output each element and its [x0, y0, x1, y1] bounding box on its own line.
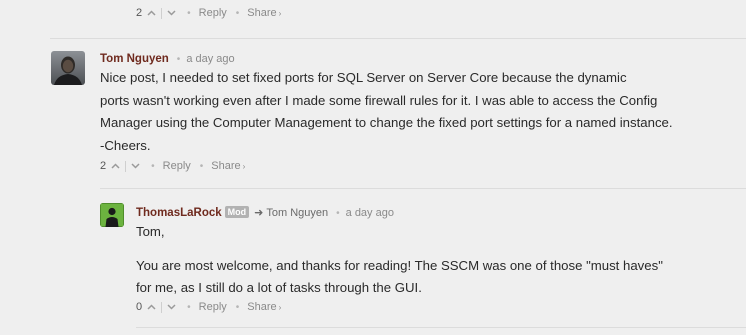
- comment-text-line: -Cheers.: [100, 137, 151, 153]
- vote-count: 2: [100, 160, 107, 172]
- comment-header: Tom Nguyen • a day ago: [100, 53, 235, 65]
- upvote-button[interactable]: [109, 159, 122, 173]
- share-label: Share: [247, 301, 277, 313]
- separator-dot: •: [199, 160, 204, 172]
- comment-timestamp[interactable]: a day ago: [346, 207, 394, 219]
- separator-dot: •: [176, 54, 181, 65]
- user-photo-avatar-icon: [51, 51, 85, 85]
- vote-divider: [161, 301, 163, 313]
- comment-text-line: Tom,: [136, 224, 165, 239]
- chevron-right-icon: ›: [278, 9, 282, 18]
- comment-header: ThomasLaRock Mod ➜ Tom Nguyen • a day ag…: [136, 206, 394, 219]
- share-button[interactable]: Share ›: [211, 160, 245, 172]
- comment-body: Tom, You are most welcome, and thanks fo…: [136, 221, 663, 300]
- author-name[interactable]: Tom Nguyen: [100, 53, 169, 65]
- share-button[interactable]: Share ›: [247, 301, 281, 313]
- comment-actions: 2 • Reply • Share ›: [100, 158, 245, 174]
- chevron-right-icon: ›: [242, 162, 246, 171]
- vote-count: 0: [136, 301, 143, 313]
- moderator-avatar[interactable]: [100, 203, 124, 227]
- chevron-down-icon: [131, 163, 140, 169]
- moderator-badge: Mod: [224, 206, 250, 218]
- downvote-button[interactable]: [129, 159, 142, 173]
- separator-dot: •: [187, 301, 191, 313]
- previous-comment-actions: 2 • Reply • Share ›: [136, 5, 281, 21]
- upvote-button[interactable]: [145, 300, 158, 314]
- share-label: Share: [211, 160, 241, 172]
- comment-divider: [50, 38, 746, 39]
- share-button[interactable]: Share ›: [247, 7, 281, 19]
- author-name[interactable]: ThomasLaRock: [136, 207, 222, 219]
- comment-text-line: You are most welcome, and thanks for rea…: [136, 257, 663, 273]
- separator-dot: •: [235, 301, 240, 313]
- share-label: Share: [247, 7, 277, 19]
- upvote-button[interactable]: [145, 6, 158, 20]
- chevron-up-icon: [147, 304, 156, 310]
- downvote-button[interactable]: [165, 300, 178, 314]
- comment-body: Nice post, I needed to set fixed ports f…: [100, 67, 673, 157]
- comment-text-line: Nice post, I needed to set fixed ports f…: [100, 70, 627, 85]
- chevron-down-icon: [167, 304, 176, 310]
- reply-arrow-icon: ➜: [254, 207, 264, 219]
- comment-timestamp[interactable]: a day ago: [186, 53, 234, 65]
- chevron-down-icon: [167, 10, 176, 16]
- comment-divider: [100, 188, 746, 189]
- vote-divider: [125, 160, 127, 172]
- reply-button[interactable]: Reply: [199, 7, 227, 19]
- chevron-up-icon: [147, 10, 156, 16]
- separator-dot: •: [151, 160, 155, 172]
- reply-button[interactable]: Reply: [199, 301, 227, 313]
- separator-dot: •: [187, 7, 191, 19]
- reply-button[interactable]: Reply: [163, 160, 191, 172]
- commenter-avatar[interactable]: [51, 51, 85, 85]
- chevron-right-icon: ›: [278, 303, 282, 312]
- comment-text-line: ports wasn't working even after I made s…: [100, 92, 658, 108]
- comment-text-line: for me, as I still do a lot of tasks thr…: [136, 280, 422, 295]
- user-silhouette-avatar-icon: [100, 203, 124, 227]
- vote-count: 2: [136, 7, 143, 19]
- separator-dot: •: [235, 7, 240, 19]
- comment-text-line: Manager using the Computer Management to…: [100, 115, 673, 130]
- comment-actions: 0 • Reply • Share ›: [136, 299, 281, 315]
- comment-divider: [136, 327, 746, 328]
- separator-dot: •: [336, 208, 340, 219]
- downvote-button[interactable]: [165, 6, 178, 20]
- chevron-up-icon: [111, 163, 120, 169]
- vote-divider: [161, 7, 163, 19]
- in-reply-to-link[interactable]: Tom Nguyen: [266, 207, 328, 219]
